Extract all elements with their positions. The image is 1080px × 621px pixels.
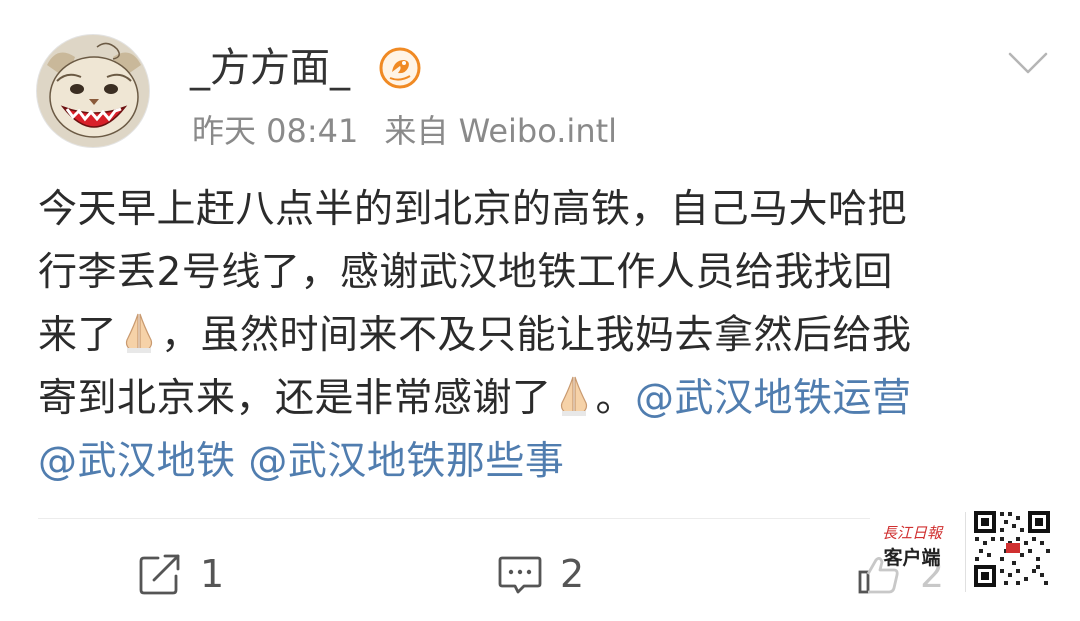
weibo-post: _方方面_ 昨天 08:41 来自 Weibo.intl 今天早上赶八点半的到北京… — [0, 0, 1080, 621]
repost-button[interactable]: 1 — [136, 546, 224, 602]
post-meta: 昨天 08:41 来自 Weibo.intl — [192, 108, 617, 154]
comment-icon — [498, 556, 542, 594]
repost-icon — [139, 554, 180, 595]
watermark-brand: 長江日報 — [881, 524, 942, 542]
qr-code — [972, 509, 1052, 589]
weibo-member-badge-icon — [378, 46, 422, 90]
username[interactable]: _方方面_ — [190, 40, 350, 96]
comment-button[interactable]: 2 — [496, 546, 584, 602]
cartoon-cat-avatar — [37, 35, 149, 147]
comment-count: 2 — [560, 552, 585, 596]
content-text: 来了 — [38, 313, 118, 358]
qr-divider — [965, 512, 966, 592]
watermark-subtitle: 客户端 — [883, 547, 941, 569]
avatar[interactable] — [36, 34, 150, 148]
content-text: ，虽然时间来不及只能让我妈去拿然后给我 — [161, 313, 912, 358]
post-source[interactable]: 来自 Weibo.intl — [384, 112, 617, 150]
content-text: 寄到北京来，还是非常感谢了 — [38, 376, 552, 421]
watermark-logo: 長江日報 客户端 — [862, 522, 962, 592]
content-line: 今天早上赶八点半的到北京的高铁，自己马大哈把 — [38, 187, 908, 232]
chevron-down-icon[interactable] — [1006, 48, 1050, 78]
content-line: 寄到北京来，还是非常感谢了 。@武汉地铁运营 — [38, 367, 1048, 430]
content-line: @武汉地铁 @武汉地铁那些事 — [38, 430, 1048, 493]
content-line: 行李丢2号线了，感谢武汉地铁工作人员给我找回 — [38, 250, 893, 295]
post-time: 昨天 08:41 — [192, 112, 359, 150]
mention-link[interactable]: @武汉地铁运营 — [635, 376, 912, 421]
post-content: 今天早上赶八点半的到北京的高铁，自己马大哈把 行李丢2号线了，感谢武汉地铁工作人… — [38, 178, 1048, 493]
divider — [38, 518, 870, 519]
mention-link[interactable]: @武汉地铁那些事 — [248, 439, 564, 484]
mention-link[interactable]: @武汉地铁 — [38, 439, 236, 484]
content-line: 来了 ，虽然时间来不及只能让我妈去拿然后给我 — [38, 304, 1048, 367]
repost-count: 1 — [200, 552, 225, 596]
content-text: 。 — [595, 376, 636, 421]
praying-hands-emoji — [125, 313, 153, 353]
praying-hands-emoji — [560, 376, 587, 416]
